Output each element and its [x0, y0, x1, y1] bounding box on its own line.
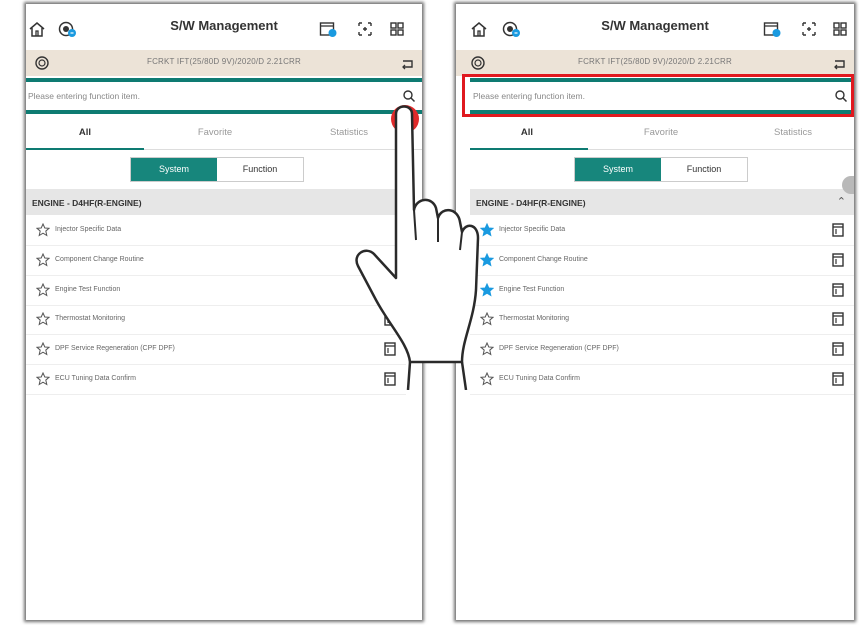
list-item-label: Injector Specific Data: [55, 226, 122, 233]
group-header[interactable]: ENGINE - D4HF(R-ENGINE): [26, 189, 406, 215]
list-item-label: ECU Tuning Data Confirm: [499, 375, 580, 382]
tab-underline: [470, 148, 588, 150]
info-sheet-icon[interactable]: [832, 372, 844, 386]
star-outline-icon[interactable]: [35, 282, 51, 297]
star-outline-icon[interactable]: [35, 371, 51, 386]
tab-underline: [26, 148, 144, 150]
back-icon[interactable]: [400, 55, 416, 71]
star-filled-icon[interactable]: [479, 252, 495, 267]
top-bar: S/W Management: [456, 4, 854, 50]
list-item[interactable]: DPF Service Regeneration (CPF DPF): [26, 335, 406, 366]
list-item[interactable]: Thermostat Monitoring: [26, 305, 406, 336]
segment-system[interactable]: System: [575, 158, 661, 181]
list-item-label: Thermostat Monitoring: [55, 315, 126, 323]
search-highlight-box: [462, 74, 854, 117]
segment-function[interactable]: Function: [217, 158, 303, 181]
list-item-label: DPF Service Regeneration (CPF DPF): [55, 345, 175, 353]
vehicle-info-text: FCRKT IFT(25/80D 9V)/2020/D 2.21CRR: [146, 57, 301, 66]
page-title: S/W Management: [601, 18, 709, 33]
list-item-label: Component Change Routine: [55, 255, 144, 263]
star-filled-icon[interactable]: [479, 282, 495, 297]
grid-menu-icon[interactable]: [388, 20, 406, 38]
segment-control: System Function: [130, 157, 304, 182]
vehicle-info-bar: FCRKT IFT(25/80D 9V)/2020/D 2.21CRR: [456, 50, 854, 76]
star-outline-icon[interactable]: [35, 312, 51, 326]
list-item[interactable]: Engine Test Function: [470, 276, 854, 306]
grid-menu-icon[interactable]: [831, 20, 849, 38]
scroll-handle[interactable]: [842, 176, 854, 194]
vehicle-info-bar: FCRKT IFT(25/80D 9V)/2020/D 2.21CRR: [26, 50, 422, 76]
list-item[interactable]: Component Change Routine: [26, 246, 406, 276]
list-item-label: Thermostat Monitoring: [499, 315, 570, 323]
back-icon[interactable]: [832, 55, 848, 71]
pointing-hand-icon: [355, 105, 480, 390]
star-filled-icon[interactable]: [479, 222, 495, 237]
tab-all[interactable]: All: [472, 127, 582, 138]
info-sheet-icon[interactable]: [832, 282, 844, 297]
divider: [26, 78, 422, 82]
list-item-label: Injector Specific Data: [499, 226, 566, 233]
list-item-label: DPF Service Regeneration (CPF DPF): [499, 345, 619, 353]
top-bar: S/W Management: [26, 4, 422, 50]
star-outline-icon[interactable]: [479, 371, 495, 386]
group-title: ENGINE - D4HF(R-ENGINE): [476, 198, 586, 208]
list-item[interactable]: Injector Specific Data: [26, 216, 406, 246]
expand-icon[interactable]: [356, 20, 374, 38]
info-sheet-icon[interactable]: [832, 342, 844, 356]
list-item[interactable]: Thermostat Monitoring: [470, 305, 854, 336]
list-item[interactable]: Component Change Routine: [470, 246, 854, 276]
tab-baseline: [588, 149, 854, 150]
chevron-up-icon[interactable]: ⌃: [837, 195, 846, 208]
segment-function[interactable]: Function: [661, 158, 747, 181]
list-item-label: Engine Test Function: [55, 285, 121, 293]
list-item[interactable]: Injector Specific Data: [470, 216, 854, 246]
expand-icon[interactable]: [800, 20, 818, 38]
group-title: ENGINE - D4HF(R-ENGINE): [32, 198, 142, 208]
tab-all[interactable]: All: [30, 127, 140, 138]
vehicle-info-text: FCRKT IFT(25/80D 9V)/2020/D 2.21CRR: [577, 57, 732, 66]
search-placeholder: Please entering function item.: [28, 91, 140, 101]
calendar-icon[interactable]: [319, 20, 337, 38]
segment-control: System Function: [574, 157, 748, 182]
list-item-label: ECU Tuning Data Confirm: [55, 375, 136, 382]
calendar-icon[interactable]: [763, 20, 781, 38]
star-outline-icon[interactable]: [35, 222, 51, 237]
tab-bar: All Favorite Statistics: [470, 122, 854, 150]
group-header[interactable]: ENGINE - D4HF(R-ENGINE) ⌃: [470, 189, 854, 215]
info-sheet-icon[interactable]: [832, 253, 844, 267]
tab-favorite[interactable]: Favorite: [160, 127, 270, 138]
tab-statistics[interactable]: Statistics: [738, 127, 848, 138]
star-outline-icon[interactable]: [479, 312, 495, 326]
star-outline-icon[interactable]: [479, 341, 495, 356]
info-sheet-icon[interactable]: [832, 223, 844, 237]
list-item[interactable]: DPF Service Regeneration (CPF DPF): [470, 335, 854, 366]
tab-favorite[interactable]: Favorite: [606, 127, 716, 138]
info-sheet-icon[interactable]: [832, 312, 844, 327]
list-item[interactable]: Engine Test Function: [26, 276, 406, 306]
segment-system[interactable]: System: [131, 158, 217, 181]
list-item-label: Component Change Routine: [499, 255, 588, 263]
list-item[interactable]: ECU Tuning Data Confirm: [26, 365, 406, 395]
star-outline-icon[interactable]: [35, 341, 51, 356]
list-item[interactable]: ECU Tuning Data Confirm: [470, 365, 854, 395]
star-outline-icon[interactable]: [35, 252, 51, 267]
list-item-label: Engine Test Function: [499, 285, 565, 293]
